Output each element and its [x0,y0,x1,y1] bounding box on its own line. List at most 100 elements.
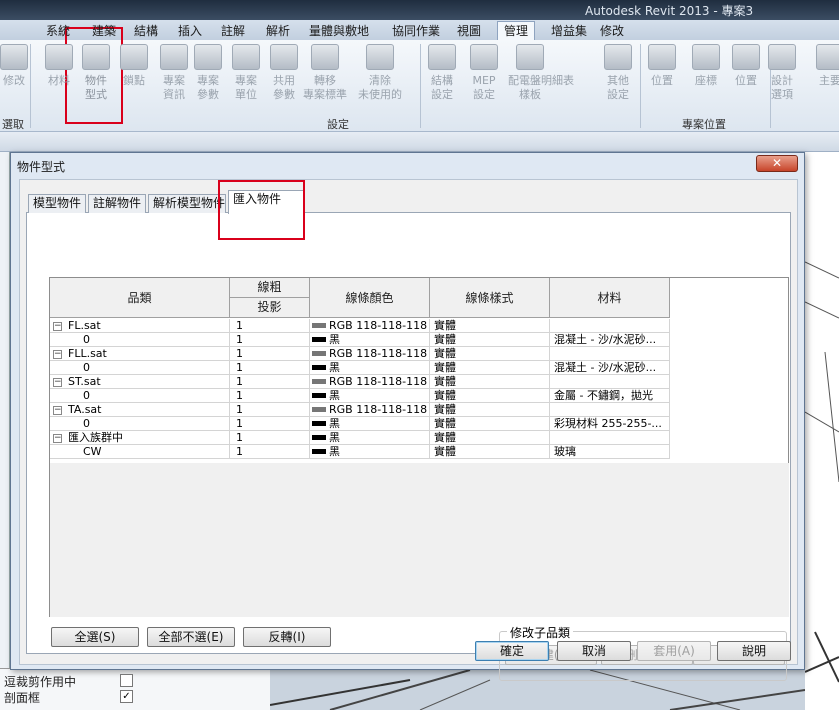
table-row[interactable]: − FLL.sat [50,347,230,361]
row-line-pattern[interactable]: 實體 [430,375,550,389]
ribbon-tab-2[interactable]: 結構 [134,22,158,39]
tab-0[interactable]: 模型物件 [28,194,86,213]
row-line-weight[interactable]: 1 [230,319,310,333]
property-checkbox[interactable]: ✓ [120,690,133,703]
ribbon-tab-7[interactable]: 協同作業 [392,22,440,39]
ribbon-button-0[interactable]: 修改 [0,44,36,88]
ribbon-button-label: 其他 設定 [607,74,629,101]
ribbon-tab-10[interactable]: 增益集 [551,22,587,39]
row-line-weight[interactable]: 1 [230,347,310,361]
ribbon-tab-1[interactable]: 建築 [92,22,116,39]
select-all-button[interactable]: 全選(S) [51,627,139,647]
close-button[interactable]: ✕ [756,155,798,172]
row-line-color[interactable]: RGB 118-118-118 [310,375,430,389]
ribbon-button-10[interactable]: 結構 設定 [420,44,464,102]
ribbon-button-17[interactable]: 設計 選項 [760,44,804,102]
collapse-icon[interactable]: − [53,349,62,359]
ribbon-tab-5[interactable]: 解析 [266,22,290,39]
table-row[interactable]: 0 [50,417,230,431]
ribbon-button-13[interactable]: 其他 設定 [596,44,640,102]
collapse-icon[interactable]: − [53,321,62,331]
tab-2[interactable]: 解析模型物件 [148,194,226,213]
ribbon-tab-9[interactable]: 管理 [497,21,536,40]
row-material[interactable] [550,319,670,333]
row-line-pattern[interactable]: 實體 [430,333,550,347]
ribbon-button-15[interactable]: 座標 [684,44,728,88]
table-row[interactable]: − ST.sat [50,375,230,389]
row-line-pattern[interactable]: 實體 [430,417,550,431]
ribbon-button-8[interactable]: 轉移 專案標準 [303,44,347,102]
row-material[interactable]: 混凝土 - 沙/水泥砂... [550,333,670,347]
ribbon-button-18[interactable]: 主要 [808,44,839,88]
row-line-weight[interactable]: 1 [230,431,310,445]
row-line-pattern[interactable]: 實體 [430,319,550,333]
row-line-pattern[interactable]: 實體 [430,403,550,417]
ribbon-button-9[interactable]: 清除 未使用的 [358,44,402,102]
row-line-color[interactable]: 黑 [310,431,430,445]
row-line-color[interactable]: RGB 118-118-118 [310,403,430,417]
table-row[interactable]: CW [50,445,230,459]
row-material[interactable] [550,431,670,445]
row-material[interactable] [550,347,670,361]
row-line-weight[interactable]: 1 [230,333,310,347]
row-line-weight[interactable]: 1 [230,361,310,375]
ribbon-button-12[interactable]: 配電盤明細表 樣板 [508,44,574,102]
select-none-button[interactable]: 全部不選(E) [147,627,235,647]
quick-access-toolbar[interactable] [0,132,839,152]
modify-icon [0,44,28,70]
ok-button[interactable]: 確定 [475,641,549,661]
row-line-pattern[interactable]: 實體 [430,361,550,375]
ribbon-tab-8[interactable]: 視圖 [457,22,481,39]
cancel-button[interactable]: 取消 [557,641,631,661]
drawing-canvas[interactable] [805,152,839,710]
row-line-pattern[interactable]: 實體 [430,347,550,361]
row-line-color[interactable]: 黑 [310,445,430,459]
property-checkbox[interactable] [120,674,133,687]
ribbon-button-11[interactable]: MEP 設定 [462,44,506,102]
row-line-weight[interactable]: 1 [230,389,310,403]
table-row[interactable]: − TA.sat [50,403,230,417]
table-row[interactable]: 0 [50,361,230,375]
ribbon-tab-6[interactable]: 量體與敷地 [309,22,369,39]
row-line-color[interactable]: 黑 [310,333,430,347]
row-material[interactable]: 混凝土 - 沙/水泥砂... [550,361,670,375]
row-line-pattern[interactable]: 實體 [430,389,550,403]
table-row[interactable]: − FL.sat [50,319,230,333]
row-line-pattern[interactable]: 實體 [430,431,550,445]
ribbon-tab-3[interactable]: 插入 [178,22,202,39]
row-line-weight[interactable]: 1 [230,417,310,431]
ribbon-button-14[interactable]: 位置 [640,44,684,88]
row-material[interactable]: 彩現材料 255-255-... [550,417,670,431]
row-line-color[interactable]: 黑 [310,361,430,375]
row-line-color[interactable]: 黑 [310,389,430,403]
collapse-icon[interactable]: − [53,377,62,387]
row-line-pattern[interactable]: 實體 [430,445,550,459]
invert-button[interactable]: 反轉(I) [243,627,331,647]
tab-1[interactable]: 註解物件 [88,194,146,213]
help-button[interactable]: 說明 [717,641,791,661]
table-row[interactable]: − 匯入族群中 [50,431,230,445]
table-row[interactable]: 0 [50,333,230,347]
collapse-icon[interactable]: − [53,433,62,443]
row-line-weight[interactable]: 1 [230,375,310,389]
ribbon-tab-0[interactable]: 系統 [46,22,70,39]
row-name: 匯入族群中 [68,431,123,444]
row-line-color-text: RGB 118-118-118 [329,403,428,416]
ribbon-tab-4[interactable]: 註解 [221,22,245,39]
transfer-standards-icon [311,44,339,70]
row-material[interactable] [550,375,670,389]
table-row[interactable]: 0 [50,389,230,403]
ribbon-button-3[interactable]: 鎖點 [112,44,156,88]
row-line-weight[interactable]: 1 [230,445,310,459]
row-line-color[interactable]: RGB 118-118-118 [310,319,430,333]
row-line-weight[interactable]: 1 [230,403,310,417]
row-line-color[interactable]: RGB 118-118-118 [310,347,430,361]
collapse-icon[interactable]: − [53,405,62,415]
row-material[interactable] [550,403,670,417]
row-line-color[interactable]: 黑 [310,417,430,431]
row-material[interactable]: 金屬 - 不鏽鋼，拋光 [550,389,670,403]
ribbon-button-7[interactable]: 共用 參數 [262,44,306,102]
ribbon-tab-11[interactable]: 修改 [600,22,624,39]
row-material[interactable]: 玻璃 [550,445,670,459]
apply-button[interactable]: 套用(A) [637,641,711,661]
